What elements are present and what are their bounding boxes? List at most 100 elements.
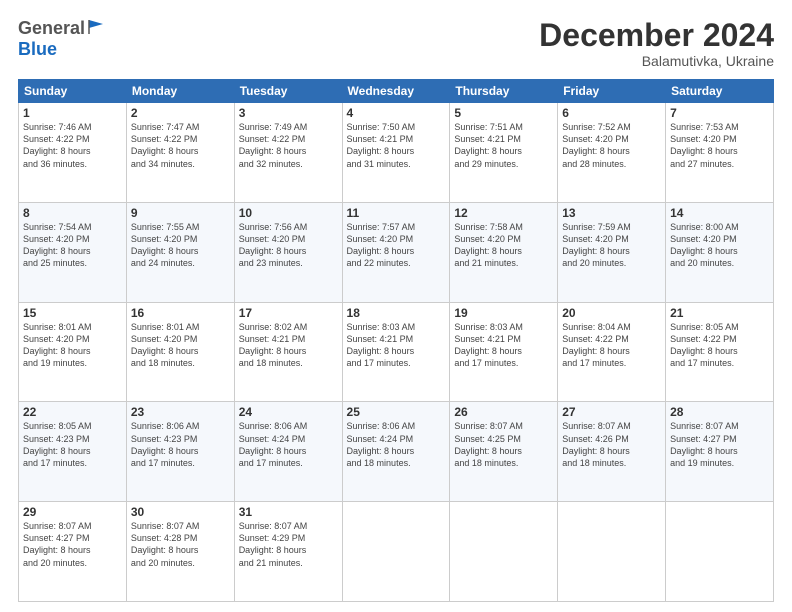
day-info: Sunrise: 8:05 AM Sunset: 4:22 PM Dayligh… xyxy=(670,321,769,370)
calendar-cell: 14Sunrise: 8:00 AM Sunset: 4:20 PM Dayli… xyxy=(666,202,774,302)
day-info: Sunrise: 7:56 AM Sunset: 4:20 PM Dayligh… xyxy=(239,221,338,270)
day-info: Sunrise: 7:55 AM Sunset: 4:20 PM Dayligh… xyxy=(131,221,230,270)
logo-flag-icon xyxy=(87,18,105,36)
day-number: 13 xyxy=(562,206,661,220)
day-number: 14 xyxy=(670,206,769,220)
page: General Blue December 2024 Balamutivka, … xyxy=(0,0,792,612)
calendar-week-row: 1Sunrise: 7:46 AM Sunset: 4:22 PM Daylig… xyxy=(19,103,774,203)
calendar-cell: 13Sunrise: 7:59 AM Sunset: 4:20 PM Dayli… xyxy=(558,202,666,302)
day-info: Sunrise: 8:07 AM Sunset: 4:27 PM Dayligh… xyxy=(670,420,769,469)
calendar: SundayMondayTuesdayWednesdayThursdayFrid… xyxy=(18,79,774,602)
day-info: Sunrise: 7:46 AM Sunset: 4:22 PM Dayligh… xyxy=(23,121,122,170)
calendar-cell: 3Sunrise: 7:49 AM Sunset: 4:22 PM Daylig… xyxy=(234,103,342,203)
calendar-week-row: 8Sunrise: 7:54 AM Sunset: 4:20 PM Daylig… xyxy=(19,202,774,302)
logo-general: General xyxy=(18,18,85,39)
day-number: 25 xyxy=(347,405,446,419)
day-number: 10 xyxy=(239,206,338,220)
day-number: 24 xyxy=(239,405,338,419)
calendar-cell: 22Sunrise: 8:05 AM Sunset: 4:23 PM Dayli… xyxy=(19,402,127,502)
day-number: 5 xyxy=(454,106,553,120)
weekday-header-saturday: Saturday xyxy=(666,80,774,103)
day-info: Sunrise: 8:06 AM Sunset: 4:24 PM Dayligh… xyxy=(347,420,446,469)
day-number: 4 xyxy=(347,106,446,120)
day-number: 11 xyxy=(347,206,446,220)
header: General Blue December 2024 Balamutivka, … xyxy=(18,18,774,69)
day-info: Sunrise: 8:06 AM Sunset: 4:23 PM Dayligh… xyxy=(131,420,230,469)
calendar-header-row: SundayMondayTuesdayWednesdayThursdayFrid… xyxy=(19,80,774,103)
day-info: Sunrise: 7:49 AM Sunset: 4:22 PM Dayligh… xyxy=(239,121,338,170)
day-info: Sunrise: 8:04 AM Sunset: 4:22 PM Dayligh… xyxy=(562,321,661,370)
day-info: Sunrise: 8:05 AM Sunset: 4:23 PM Dayligh… xyxy=(23,420,122,469)
day-number: 31 xyxy=(239,505,338,519)
day-info: Sunrise: 8:01 AM Sunset: 4:20 PM Dayligh… xyxy=(23,321,122,370)
day-info: Sunrise: 8:07 AM Sunset: 4:29 PM Dayligh… xyxy=(239,520,338,569)
calendar-cell: 2Sunrise: 7:47 AM Sunset: 4:22 PM Daylig… xyxy=(126,103,234,203)
day-info: Sunrise: 7:52 AM Sunset: 4:20 PM Dayligh… xyxy=(562,121,661,170)
day-number: 17 xyxy=(239,306,338,320)
day-info: Sunrise: 8:07 AM Sunset: 4:26 PM Dayligh… xyxy=(562,420,661,469)
calendar-cell: 21Sunrise: 8:05 AM Sunset: 4:22 PM Dayli… xyxy=(666,302,774,402)
day-info: Sunrise: 8:02 AM Sunset: 4:21 PM Dayligh… xyxy=(239,321,338,370)
calendar-cell: 9Sunrise: 7:55 AM Sunset: 4:20 PM Daylig… xyxy=(126,202,234,302)
calendar-cell: 24Sunrise: 8:06 AM Sunset: 4:24 PM Dayli… xyxy=(234,402,342,502)
calendar-cell: 1Sunrise: 7:46 AM Sunset: 4:22 PM Daylig… xyxy=(19,103,127,203)
day-number: 12 xyxy=(454,206,553,220)
calendar-cell xyxy=(558,502,666,602)
day-number: 1 xyxy=(23,106,122,120)
calendar-week-row: 22Sunrise: 8:05 AM Sunset: 4:23 PM Dayli… xyxy=(19,402,774,502)
calendar-cell: 18Sunrise: 8:03 AM Sunset: 4:21 PM Dayli… xyxy=(342,302,450,402)
day-info: Sunrise: 7:57 AM Sunset: 4:20 PM Dayligh… xyxy=(347,221,446,270)
weekday-header-friday: Friday xyxy=(558,80,666,103)
day-number: 8 xyxy=(23,206,122,220)
day-number: 30 xyxy=(131,505,230,519)
calendar-cell xyxy=(342,502,450,602)
day-info: Sunrise: 7:53 AM Sunset: 4:20 PM Dayligh… xyxy=(670,121,769,170)
day-info: Sunrise: 7:50 AM Sunset: 4:21 PM Dayligh… xyxy=(347,121,446,170)
calendar-cell: 29Sunrise: 8:07 AM Sunset: 4:27 PM Dayli… xyxy=(19,502,127,602)
day-info: Sunrise: 8:07 AM Sunset: 4:28 PM Dayligh… xyxy=(131,520,230,569)
calendar-cell: 17Sunrise: 8:02 AM Sunset: 4:21 PM Dayli… xyxy=(234,302,342,402)
day-number: 21 xyxy=(670,306,769,320)
calendar-cell: 31Sunrise: 8:07 AM Sunset: 4:29 PM Dayli… xyxy=(234,502,342,602)
weekday-header-wednesday: Wednesday xyxy=(342,80,450,103)
day-info: Sunrise: 7:54 AM Sunset: 4:20 PM Dayligh… xyxy=(23,221,122,270)
calendar-cell: 23Sunrise: 8:06 AM Sunset: 4:23 PM Dayli… xyxy=(126,402,234,502)
calendar-cell: 28Sunrise: 8:07 AM Sunset: 4:27 PM Dayli… xyxy=(666,402,774,502)
calendar-week-row: 15Sunrise: 8:01 AM Sunset: 4:20 PM Dayli… xyxy=(19,302,774,402)
day-info: Sunrise: 7:47 AM Sunset: 4:22 PM Dayligh… xyxy=(131,121,230,170)
day-info: Sunrise: 7:51 AM Sunset: 4:21 PM Dayligh… xyxy=(454,121,553,170)
calendar-cell: 10Sunrise: 7:56 AM Sunset: 4:20 PM Dayli… xyxy=(234,202,342,302)
day-info: Sunrise: 7:59 AM Sunset: 4:20 PM Dayligh… xyxy=(562,221,661,270)
day-info: Sunrise: 8:00 AM Sunset: 4:20 PM Dayligh… xyxy=(670,221,769,270)
calendar-cell: 5Sunrise: 7:51 AM Sunset: 4:21 PM Daylig… xyxy=(450,103,558,203)
calendar-cell: 6Sunrise: 7:52 AM Sunset: 4:20 PM Daylig… xyxy=(558,103,666,203)
weekday-header-thursday: Thursday xyxy=(450,80,558,103)
calendar-cell: 25Sunrise: 8:06 AM Sunset: 4:24 PM Dayli… xyxy=(342,402,450,502)
month-title: December 2024 xyxy=(539,18,774,53)
day-info: Sunrise: 7:58 AM Sunset: 4:20 PM Dayligh… xyxy=(454,221,553,270)
day-info: Sunrise: 8:07 AM Sunset: 4:25 PM Dayligh… xyxy=(454,420,553,469)
day-number: 20 xyxy=(562,306,661,320)
day-info: Sunrise: 8:01 AM Sunset: 4:20 PM Dayligh… xyxy=(131,321,230,370)
day-number: 15 xyxy=(23,306,122,320)
day-number: 6 xyxy=(562,106,661,120)
calendar-cell: 11Sunrise: 7:57 AM Sunset: 4:20 PM Dayli… xyxy=(342,202,450,302)
day-number: 28 xyxy=(670,405,769,419)
logo-blue-text: Blue xyxy=(18,39,57,60)
calendar-cell: 4Sunrise: 7:50 AM Sunset: 4:21 PM Daylig… xyxy=(342,103,450,203)
calendar-week-row: 29Sunrise: 8:07 AM Sunset: 4:27 PM Dayli… xyxy=(19,502,774,602)
weekday-header-monday: Monday xyxy=(126,80,234,103)
day-info: Sunrise: 8:03 AM Sunset: 4:21 PM Dayligh… xyxy=(347,321,446,370)
day-info: Sunrise: 8:07 AM Sunset: 4:27 PM Dayligh… xyxy=(23,520,122,569)
calendar-cell xyxy=(666,502,774,602)
day-number: 27 xyxy=(562,405,661,419)
day-number: 2 xyxy=(131,106,230,120)
title-block: December 2024 Balamutivka, Ukraine xyxy=(539,18,774,69)
calendar-cell: 19Sunrise: 8:03 AM Sunset: 4:21 PM Dayli… xyxy=(450,302,558,402)
day-number: 23 xyxy=(131,405,230,419)
day-number: 9 xyxy=(131,206,230,220)
logo-text: General xyxy=(18,18,105,39)
calendar-cell: 15Sunrise: 8:01 AM Sunset: 4:20 PM Dayli… xyxy=(19,302,127,402)
day-number: 16 xyxy=(131,306,230,320)
calendar-cell: 12Sunrise: 7:58 AM Sunset: 4:20 PM Dayli… xyxy=(450,202,558,302)
